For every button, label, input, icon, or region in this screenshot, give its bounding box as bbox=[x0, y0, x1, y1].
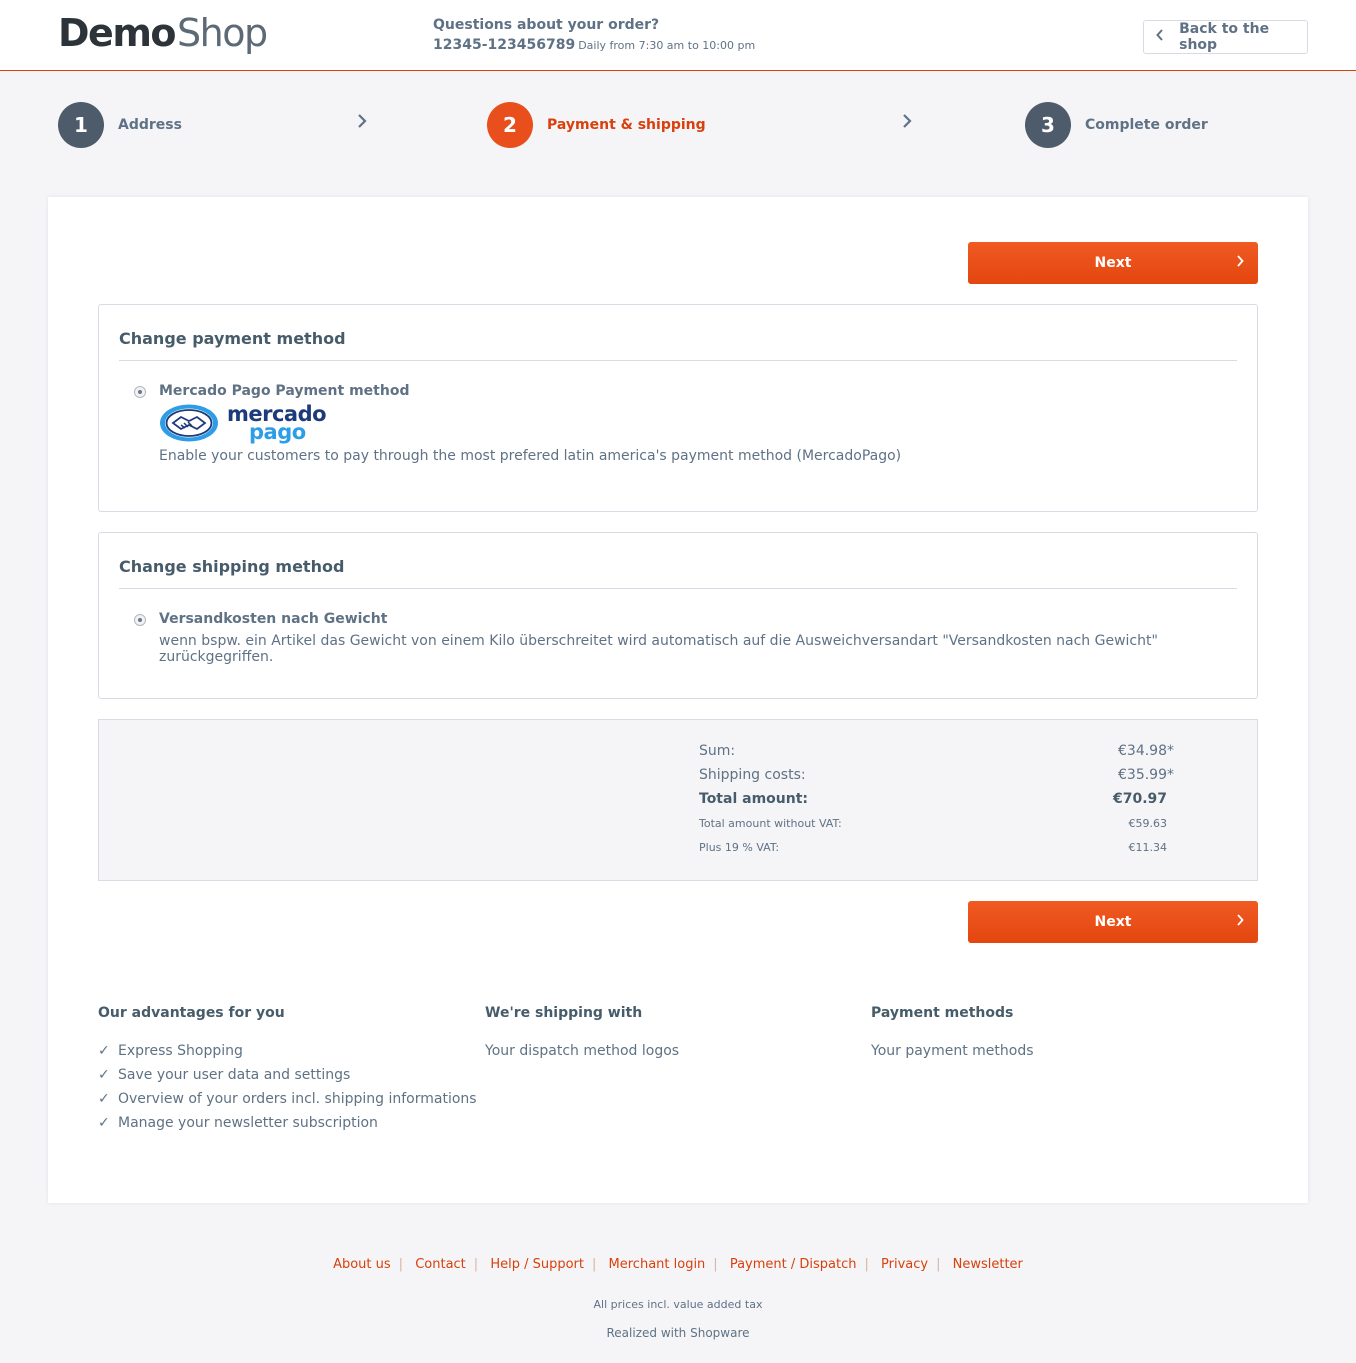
step-number: 3 bbox=[1025, 102, 1071, 148]
logo-shop: Shop bbox=[177, 11, 268, 55]
step-address: 1 Address bbox=[58, 102, 182, 148]
shipping-method-description: wenn bspw. ein Artikel das Gewicht von e… bbox=[159, 633, 1158, 665]
summary-shipping: Shipping costs: €35.99* bbox=[699, 767, 1174, 783]
handshake-icon bbox=[160, 404, 218, 442]
summary-vat: Plus 19 % VAT: €11.34 bbox=[699, 841, 1167, 854]
chevron-left-icon bbox=[1156, 29, 1179, 45]
shipping-costs-value: €35.99* bbox=[1118, 767, 1174, 783]
support-phone: 12345-123456789 bbox=[433, 37, 576, 53]
total-label: Total amount: bbox=[699, 791, 808, 807]
next-label: Next bbox=[1094, 914, 1132, 930]
footer-link-help-support[interactable]: Help / Support bbox=[490, 1257, 584, 1272]
step-label: Payment & shipping bbox=[547, 117, 706, 133]
step-number: 1 bbox=[58, 102, 104, 148]
net-value: €59.63 bbox=[1128, 817, 1168, 830]
realized-with: Realized with Shopware bbox=[606, 1326, 750, 1340]
advantage-label: Manage your newsletter subscription bbox=[118, 1115, 378, 1131]
advantage-label: Save your user data and settings bbox=[118, 1067, 351, 1083]
advantage-item: ✓ Manage your newsletter subscription bbox=[98, 1111, 477, 1135]
footer-link-privacy[interactable]: Privacy bbox=[881, 1257, 928, 1272]
vat-value: €11.34 bbox=[1128, 841, 1168, 854]
summary-net: Total amount without VAT: €59.63 bbox=[699, 817, 1167, 830]
header: DemoShop Questions about your order? 123… bbox=[0, 0, 1356, 71]
shipping-with-title: We're shipping with bbox=[485, 1005, 643, 1021]
step-number: 2 bbox=[487, 102, 533, 148]
chevron-right-icon bbox=[1236, 255, 1244, 271]
separator: | bbox=[592, 1257, 597, 1272]
payment-methods-column: Payment methods Your payment methods bbox=[871, 1005, 1034, 1063]
sum-label: Sum: bbox=[699, 743, 736, 759]
shipping-panel-title: Change shipping method bbox=[119, 533, 1237, 589]
vat-label: Plus 19 % VAT: bbox=[699, 841, 780, 854]
footer-link-contact[interactable]: Contact bbox=[415, 1257, 466, 1272]
step-complete-order: 3 Complete order bbox=[1025, 102, 1208, 148]
footer-links: About us | Contact | Help / Support | Merch… bbox=[0, 1257, 1356, 1272]
step-payment-shipping: 2 Payment & shipping bbox=[487, 102, 706, 148]
check-icon: ✓ bbox=[98, 1115, 110, 1131]
total-value: €70.97 bbox=[1112, 791, 1167, 807]
advantages-title: Our advantages for you bbox=[98, 1005, 285, 1021]
payment-method-option[interactable]: Mercado Pago Payment method mercado pago… bbox=[99, 383, 1257, 464]
check-icon: ✓ bbox=[98, 1043, 110, 1059]
footer-link-merchant-login[interactable]: Merchant login bbox=[609, 1257, 706, 1272]
advantage-item: ✓ Overview of your orders incl. shipping … bbox=[98, 1087, 477, 1111]
payment-methods-title: Payment methods bbox=[871, 1005, 1014, 1021]
separator: | bbox=[864, 1257, 869, 1272]
next-button-top[interactable]: Next bbox=[968, 242, 1258, 284]
shop-logo[interactable]: DemoShop bbox=[58, 11, 268, 55]
footer-link-newsletter[interactable]: Newsletter bbox=[953, 1257, 1023, 1272]
back-to-shop-label: Back to the shop bbox=[1179, 21, 1270, 53]
checkout-content: Next Change payment method Mercado Pago … bbox=[48, 197, 1308, 1203]
order-summary: Sum: €34.98* Shipping costs: €35.99* Tot… bbox=[98, 719, 1258, 881]
separator: | bbox=[936, 1257, 941, 1272]
next-button-bottom[interactable]: Next bbox=[968, 901, 1258, 943]
payment-methods-text: Your payment methods bbox=[871, 1043, 1034, 1059]
mercado-pago-logo: mercado pago bbox=[159, 403, 1257, 443]
net-label: Total amount without VAT: bbox=[699, 817, 842, 830]
payment-method-panel: Change payment method Mercado Pago Payme… bbox=[98, 304, 1258, 512]
support-phone-line: 12345-123456789 Daily from 7:30 am to 10:… bbox=[433, 37, 755, 53]
check-icon: ✓ bbox=[98, 1067, 110, 1083]
shipping-method-panel: Change shipping method Versandkosten nac… bbox=[98, 532, 1258, 699]
chevron-right-icon bbox=[357, 113, 367, 134]
payment-method-description: Enable your customers to pay through the… bbox=[159, 448, 902, 464]
summary-sum: Sum: €34.98* bbox=[699, 743, 1174, 759]
back-to-shop-button[interactable]: Back to the shop bbox=[1143, 20, 1308, 54]
footer-link-payment-dispatch[interactable]: Payment / Dispatch bbox=[730, 1257, 857, 1272]
advantage-item: ✓ Express Shopping bbox=[98, 1039, 477, 1063]
shipping-costs-label: Shipping costs: bbox=[699, 767, 806, 783]
summary-total: Total amount: €70.97 bbox=[699, 791, 1167, 807]
support-question: Questions about your order? bbox=[433, 17, 660, 33]
shipping-radio[interactable] bbox=[134, 614, 146, 626]
separator: | bbox=[713, 1257, 718, 1272]
advantages-column: Our advantages for you ✓ Express Shopping… bbox=[98, 1005, 477, 1135]
payment-radio[interactable] bbox=[134, 386, 146, 398]
shipping-method-option[interactable]: Versandkosten nach Gewicht wenn bspw. ei… bbox=[99, 611, 1257, 665]
separator: | bbox=[398, 1257, 404, 1272]
sum-value: €34.98* bbox=[1118, 743, 1174, 759]
separator: | bbox=[473, 1257, 479, 1272]
shipping-method-name: Versandkosten nach Gewicht bbox=[159, 611, 388, 627]
step-label: Address bbox=[118, 117, 182, 133]
chevron-right-icon bbox=[902, 113, 912, 134]
step-label: Complete order bbox=[1085, 117, 1208, 133]
support-info: Questions about your order? 12345-123456… bbox=[433, 17, 755, 53]
footer-link-about-us[interactable]: About us bbox=[333, 1257, 391, 1272]
logo-demo: Demo bbox=[58, 11, 177, 55]
check-icon: ✓ bbox=[98, 1091, 110, 1107]
payment-method-name: Mercado Pago Payment method bbox=[159, 383, 410, 399]
checkout-steps: 1 Address 2 Payment & shipping 3 Complet… bbox=[0, 71, 1356, 196]
next-label: Next bbox=[1094, 255, 1132, 271]
dispatch-logos-text: Your dispatch method logos bbox=[485, 1043, 680, 1059]
advantage-label: Overview of your orders incl. shipping i… bbox=[118, 1091, 477, 1107]
vat-note: All prices incl. value added tax bbox=[593, 1298, 763, 1311]
support-hours: Daily from 7:30 am to 10:00 pm bbox=[578, 39, 756, 52]
shipping-with-column: We're shipping with Your dispatch method… bbox=[485, 1005, 679, 1063]
advantage-item: ✓ Save your user data and settings bbox=[98, 1063, 477, 1087]
chevron-right-icon bbox=[1236, 914, 1244, 930]
advantage-label: Express Shopping bbox=[118, 1043, 243, 1059]
payment-panel-title: Change payment method bbox=[119, 305, 1237, 361]
